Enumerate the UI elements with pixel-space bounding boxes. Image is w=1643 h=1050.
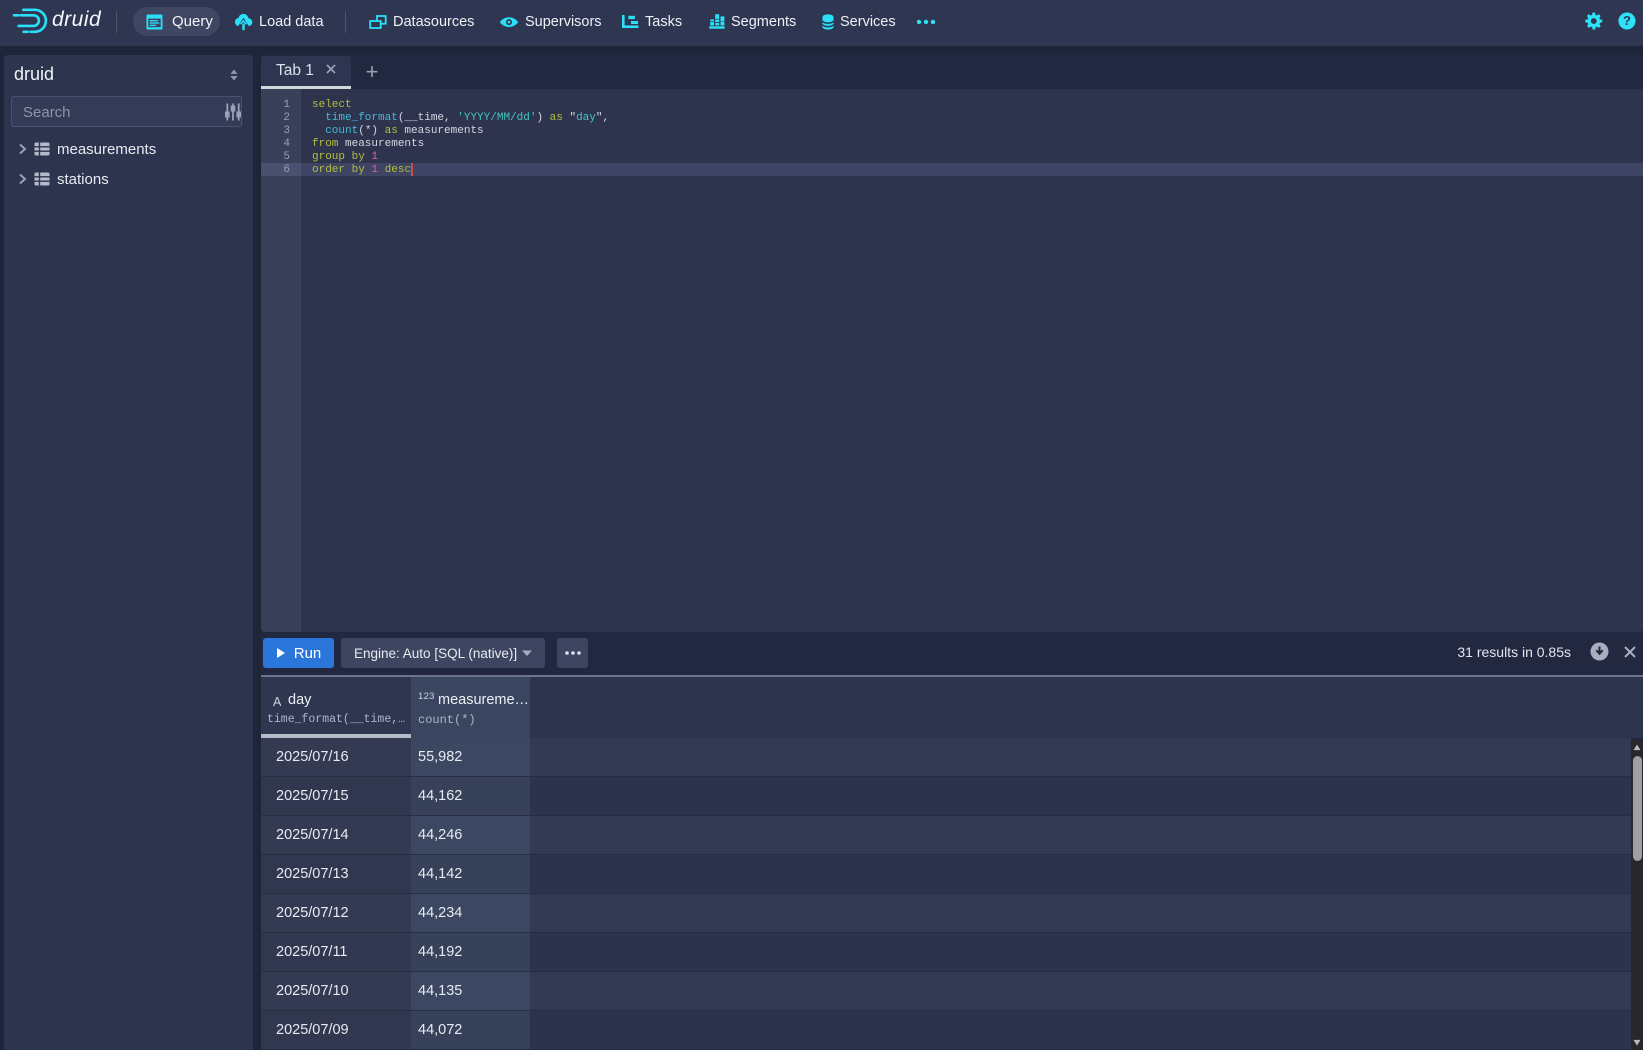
svg-text:?: ?	[1623, 13, 1631, 28]
